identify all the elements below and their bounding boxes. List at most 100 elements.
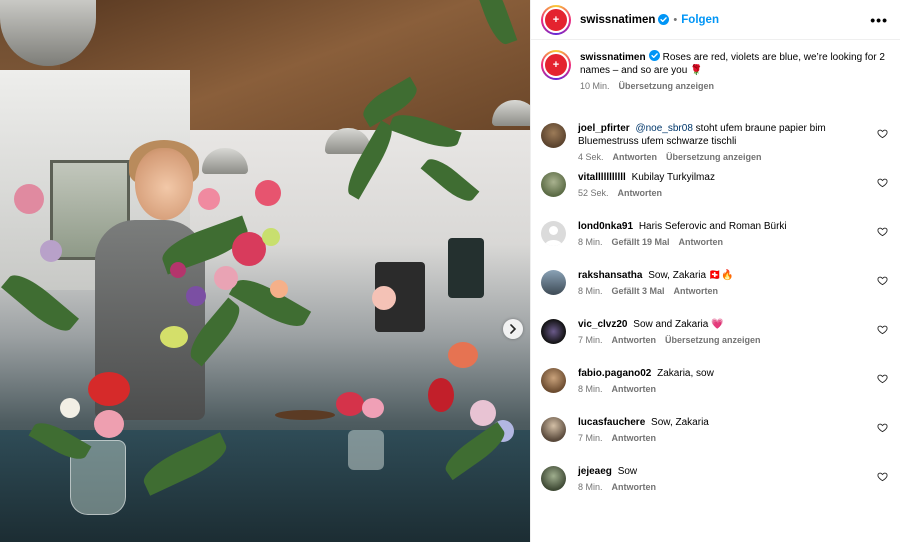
post-photo (0, 0, 530, 542)
next-image-button[interactable] (503, 319, 523, 339)
comment-username[interactable]: vitalllllllllll (578, 172, 626, 183)
photo-flower (40, 240, 62, 262)
swiss-cross-icon: + (543, 52, 569, 78)
author-username[interactable]: swissnatimen (580, 14, 655, 26)
heart-icon[interactable] (877, 226, 888, 237)
heart-icon[interactable] (877, 373, 888, 384)
reply-button[interactable]: Antworten (612, 335, 657, 345)
comment-username[interactable]: jejeaeg (578, 466, 612, 477)
comment-time: 52 Sek. (578, 188, 609, 198)
comment-item: vitalllllllllll Kubilay Turkyilmaz 52 Se… (541, 171, 888, 220)
translate-link[interactable]: Übersetzung anzeigen (666, 152, 762, 162)
photo-flower (60, 398, 80, 418)
photo-flower (214, 266, 238, 290)
photo-leaf (420, 153, 480, 207)
comment-time: 7 Min. (578, 433, 603, 443)
post-header: + swissnatimen • Folgen ••• (531, 0, 900, 40)
photo-leaf (228, 271, 312, 335)
photo-flower (186, 286, 206, 306)
translate-link[interactable]: Übersetzung anzeigen (665, 335, 761, 345)
comment-text: Zakaria, sow (657, 368, 714, 379)
chevron-right-icon (510, 324, 517, 334)
comment-item: fabio.pagano02 Zakaria, sow 8 Min. Antwo… (541, 367, 888, 416)
comment-username[interactable]: rakshansatha (578, 270, 642, 281)
avatar[interactable] (541, 123, 566, 148)
comment-time: 8 Min. (578, 237, 603, 247)
reply-button[interactable]: Antworten (679, 237, 724, 247)
comment-item: lucasfauchere Sow, Zakaria 7 Min. Antwor… (541, 416, 888, 465)
comment-username[interactable]: lond0nka91 (578, 221, 633, 232)
heart-icon[interactable] (877, 275, 888, 286)
likes-count[interactable]: Gefällt 3 Mal (612, 286, 665, 296)
heart-icon[interactable] (877, 324, 888, 335)
photo-flower (232, 232, 266, 266)
comments-panel: + swissnatimen • Folgen ••• + swissnatim… (530, 0, 900, 542)
comment-item: jejeaeg Sow 8 Min. Antworten (541, 465, 888, 514)
comment-time: 8 Min. (578, 482, 603, 492)
comment-item: rakshansatha Sow, Zakaria 🇨🇭🔥 8 Min. Gef… (541, 269, 888, 318)
comment-mention[interactable]: @noe_sbr08 (635, 123, 692, 134)
avatar[interactable] (541, 319, 566, 344)
post-caption: + swissnatimen Roses are red, violets are… (541, 50, 888, 110)
comment-username[interactable]: lucasfauchere (578, 417, 645, 428)
comment-text: Sow, Zakaria 🇨🇭🔥 (648, 270, 734, 281)
reply-button[interactable]: Antworten (674, 286, 719, 296)
photo-stool (275, 410, 335, 420)
comment-time: 7 Min. (578, 335, 603, 345)
verified-badge-icon (648, 50, 660, 61)
photo-flower (448, 342, 478, 368)
photo-flower (270, 280, 288, 298)
verified-badge-icon (658, 14, 670, 25)
reply-button[interactable]: Antworten (612, 384, 657, 394)
photo-flower (14, 184, 44, 214)
avatar[interactable] (541, 172, 566, 197)
heart-icon[interactable] (877, 471, 888, 482)
author-avatar[interactable]: + (541, 50, 571, 80)
author-avatar[interactable]: + (541, 4, 571, 35)
avatar[interactable] (541, 417, 566, 442)
caption-translate-link[interactable]: Übersetzung anzeigen (619, 81, 715, 91)
photo-flower (94, 410, 124, 438)
heart-icon[interactable] (877, 422, 888, 433)
comment-item: lond0nka91 Haris Seferovic and Roman Bür… (541, 220, 888, 269)
photo-flower (255, 180, 281, 206)
avatar[interactable] (541, 270, 566, 295)
comment-text: Sow (617, 466, 638, 477)
comment-text: Sow and Zakaria 💗 (633, 319, 724, 330)
caption-username[interactable]: swissnatimen (580, 52, 646, 63)
default-user-icon (544, 226, 563, 246)
photo-flower (336, 392, 364, 416)
photo-vase (348, 430, 384, 470)
comment-time: 4 Sek. (578, 152, 604, 162)
comment-item: vic_clvz20 Sow and Zakaria 💗 7 Min. Antw… (541, 318, 888, 367)
reply-button[interactable]: Antworten (612, 433, 657, 443)
photo-flower (362, 398, 384, 418)
comment-text: Kubilay Turkyilmaz (631, 172, 715, 183)
heart-icon[interactable] (877, 128, 888, 139)
reply-button[interactable]: Antworten (618, 188, 663, 198)
comment-item: joel_pfirter @noe_sbr08 stoht ufem braun… (541, 122, 888, 171)
avatar[interactable] (541, 466, 566, 491)
follow-button[interactable]: Folgen (681, 14, 719, 26)
photo-flower (262, 228, 280, 246)
photo-flower (372, 286, 396, 310)
comment-time: 8 Min. (578, 384, 603, 394)
comment-text: Haris Seferovic and Roman Bürki (638, 221, 787, 232)
avatar[interactable] (541, 221, 566, 246)
comment-list: + swissnatimen Roses are red, violets are… (531, 40, 900, 514)
comment-username[interactable]: fabio.pagano02 (578, 368, 651, 379)
photo-flower (170, 262, 186, 278)
separator-dot: • (673, 13, 678, 26)
more-options-icon[interactable]: ••• (870, 12, 888, 28)
comment-time: 8 Min. (578, 286, 603, 296)
likes-count[interactable]: Gefällt 19 Mal (612, 237, 670, 247)
photo-flower (428, 378, 454, 412)
comment-text: Sow, Zakaria (651, 417, 709, 428)
comment-username[interactable]: joel_pfirter (578, 123, 630, 134)
avatar[interactable] (541, 368, 566, 393)
reply-button[interactable]: Antworten (613, 152, 658, 162)
photo-flower (88, 372, 130, 406)
reply-button[interactable]: Antworten (612, 482, 657, 492)
comment-username[interactable]: vic_clvz20 (578, 319, 628, 330)
heart-icon[interactable] (877, 177, 888, 188)
